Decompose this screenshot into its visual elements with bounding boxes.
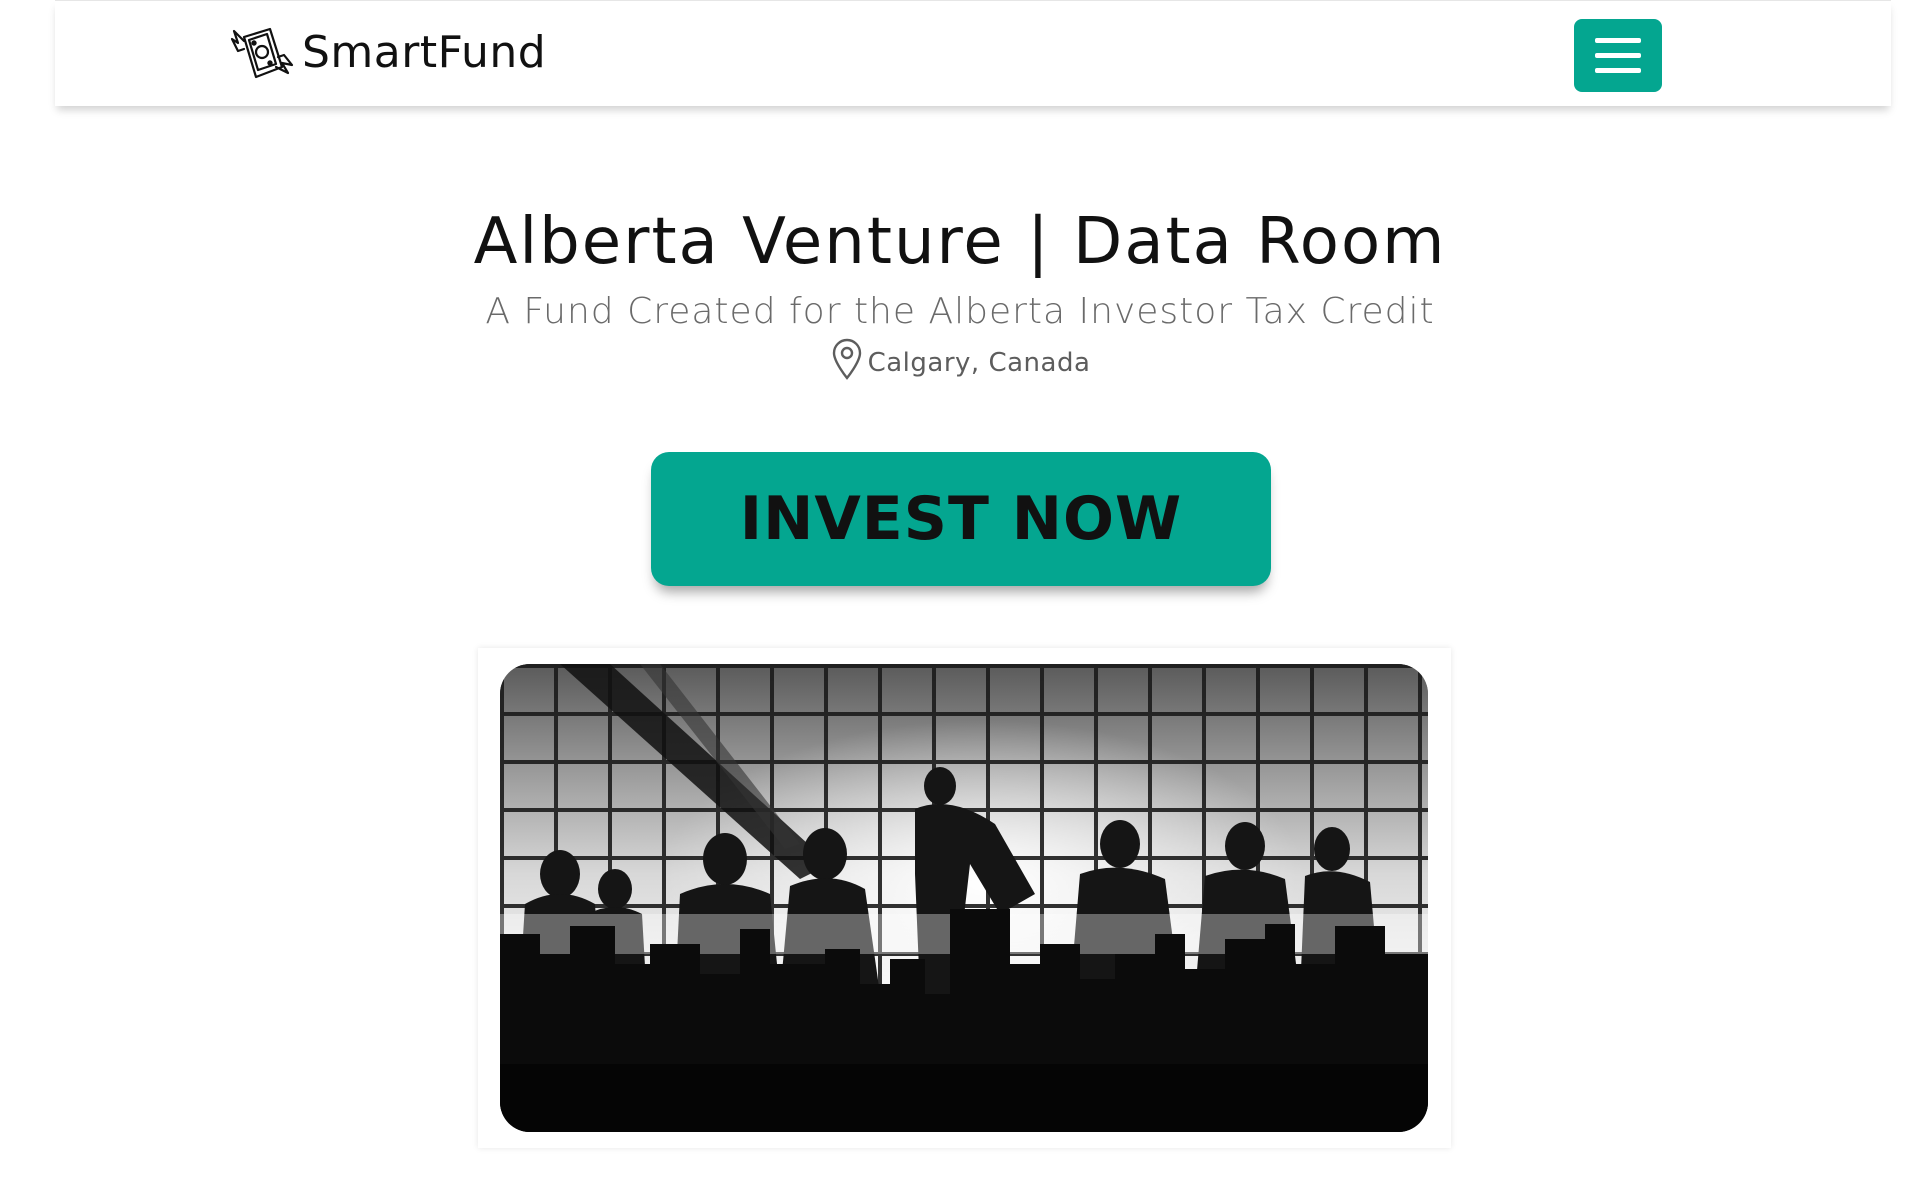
map-pin-icon	[830, 338, 864, 380]
hamburger-menu-icon	[1595, 38, 1641, 43]
hamburger-menu-icon-bar	[1595, 53, 1641, 58]
brand-name: SmartFund	[302, 27, 547, 78]
location-label: Calgary, Canada	[867, 348, 1091, 378]
hamburger-menu-icon-bar	[1595, 68, 1641, 73]
location: Calgary, Canada	[0, 338, 1920, 380]
brand-link[interactable]: SmartFund	[230, 23, 546, 83]
invest-now-button[interactable]: INVEST NOW	[651, 452, 1271, 586]
page-title: Alberta Venture | Data Room	[473, 205, 1447, 279]
page-subtitle: A Fund Created for the Alberta Investor …	[485, 291, 1435, 332]
hamburger-menu-button[interactable]	[1574, 19, 1662, 92]
business-meeting-photo	[500, 664, 1428, 1132]
winged-money-icon	[230, 23, 294, 83]
top-navbar: SmartFund	[55, 0, 1891, 106]
hero-image-card	[478, 648, 1451, 1148]
